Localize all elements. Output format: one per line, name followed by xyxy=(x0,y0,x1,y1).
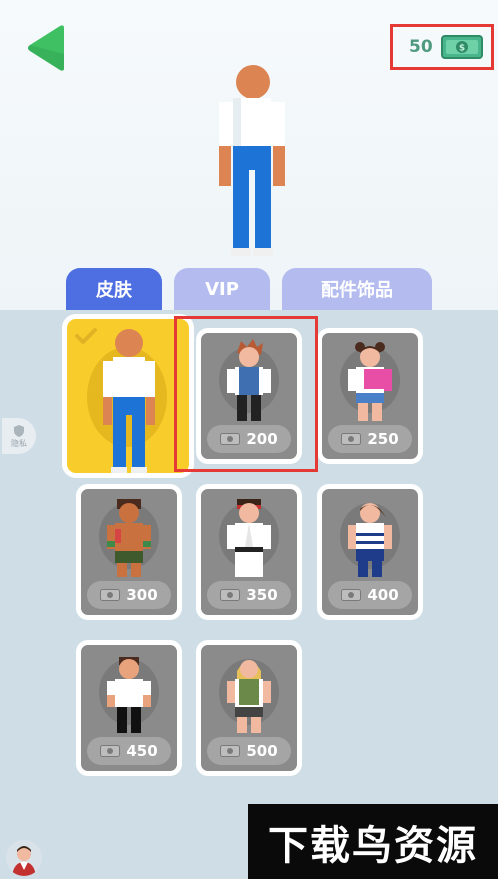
skin-card-250[interactable]: 250 xyxy=(317,328,423,464)
price-tag: 350 xyxy=(207,581,291,609)
category-tabs: 皮肤 VIP 配件饰品 xyxy=(0,268,498,310)
back-arrow-icon xyxy=(28,25,64,71)
skin-figure-vest-girl xyxy=(227,660,271,733)
price-value: 450 xyxy=(126,742,158,760)
skin-figure-default xyxy=(103,329,155,473)
tab-accessories[interactable]: 配件饰品 xyxy=(282,268,432,310)
price-tag: 300 xyxy=(87,581,171,609)
currency-amount: 50 xyxy=(409,37,433,57)
avatar[interactable] xyxy=(6,840,42,876)
skin-card-400[interactable]: 400 xyxy=(317,484,423,620)
price-tag: 500 xyxy=(207,737,291,765)
back-button[interactable] xyxy=(24,24,70,72)
currency-display: 50 $ xyxy=(390,24,494,70)
skin-card-300[interactable]: 300 xyxy=(76,484,182,620)
highlight-box xyxy=(174,316,318,472)
price-tag: 250 xyxy=(328,425,412,453)
price-value: 400 xyxy=(367,586,399,604)
price-tag: 400 xyxy=(328,581,412,609)
price-value: 350 xyxy=(246,586,278,604)
check-icon xyxy=(75,328,97,344)
tab-vip[interactable]: VIP xyxy=(174,268,270,310)
price-value: 500 xyxy=(246,742,278,760)
cash-icon xyxy=(341,433,362,445)
price-tag: 450 xyxy=(87,737,171,765)
cash-icon xyxy=(100,589,121,601)
shield-icon xyxy=(14,424,24,437)
svg-text:$: $ xyxy=(459,44,465,54)
skin-card-450[interactable]: 450 xyxy=(76,640,182,776)
avatar-icon xyxy=(12,846,36,876)
cash-icon xyxy=(220,589,241,601)
privacy-label: 隐私 xyxy=(11,438,27,448)
watermark: 下载鸟资源 xyxy=(248,804,498,879)
tab-skins[interactable]: 皮肤 xyxy=(66,268,162,310)
skin-card-350[interactable]: 350 xyxy=(196,484,302,620)
watermark-text: 下载鸟资源 xyxy=(268,822,478,869)
skin-figure-karate xyxy=(227,499,271,577)
character-preview xyxy=(219,65,285,256)
skin-figure-pink-girl xyxy=(348,342,392,421)
skin-card-500[interactable]: 500 xyxy=(196,640,302,776)
skin-figure-boxer-girl xyxy=(348,503,392,577)
cash-icon xyxy=(100,745,121,757)
cash-icon xyxy=(341,589,362,601)
skin-figure-casual xyxy=(107,657,151,733)
price-value: 300 xyxy=(126,586,158,604)
cash-icon: $ xyxy=(440,35,483,59)
price-value: 250 xyxy=(367,430,399,448)
skin-figure-fighter xyxy=(107,499,151,577)
cash-icon xyxy=(220,745,241,757)
